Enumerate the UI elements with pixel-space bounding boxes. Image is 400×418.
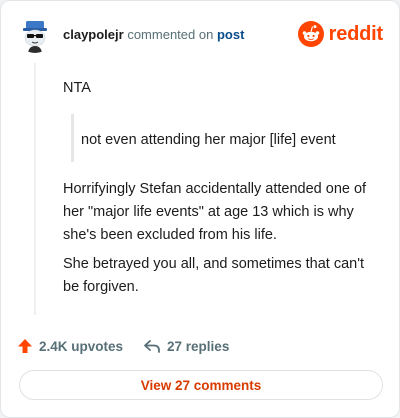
comment-meta: claypolejr commented on post (63, 27, 244, 42)
post-link[interactable]: post (217, 27, 244, 42)
comment-header: claypolejr commented on post reddit (17, 17, 383, 53)
brand-wordmark: reddit (328, 22, 384, 45)
reddit-brand[interactable]: reddit (297, 20, 384, 48)
reddit-logo-icon (297, 21, 324, 47)
replies-button[interactable]: 27 replies (143, 338, 229, 354)
thread-line[interactable] (34, 63, 36, 315)
quote-bar (71, 114, 74, 162)
comment-paragraph-1: NTA (63, 80, 91, 96)
username-link[interactable]: claypolejr (63, 27, 124, 42)
reply-arrow-icon (144, 340, 160, 353)
action-text: commented on (127, 27, 214, 42)
comment-paragraph-3: She betrayed you all, and sometimes that… (63, 256, 364, 295)
upvote-count: 2.4K upvotes (39, 338, 124, 354)
user-avatar-icon[interactable] (17, 17, 53, 53)
comment-actions: 2.4K upvotes 27 replies (17, 334, 229, 358)
view-comments-button[interactable]: View 27 comments (19, 370, 383, 400)
comment-paragraph-2: Horrifyingly Stefan accidentally attende… (63, 181, 367, 243)
upvote-arrow-icon (18, 339, 32, 353)
upvote-button[interactable]: 2.4K upvotes (17, 338, 123, 354)
comment-card: claypolejr commented on post reddit NTA … (0, 0, 400, 418)
comment-quote: not even attending her major [life] even… (81, 132, 336, 148)
reply-count: 27 replies (167, 338, 230, 354)
